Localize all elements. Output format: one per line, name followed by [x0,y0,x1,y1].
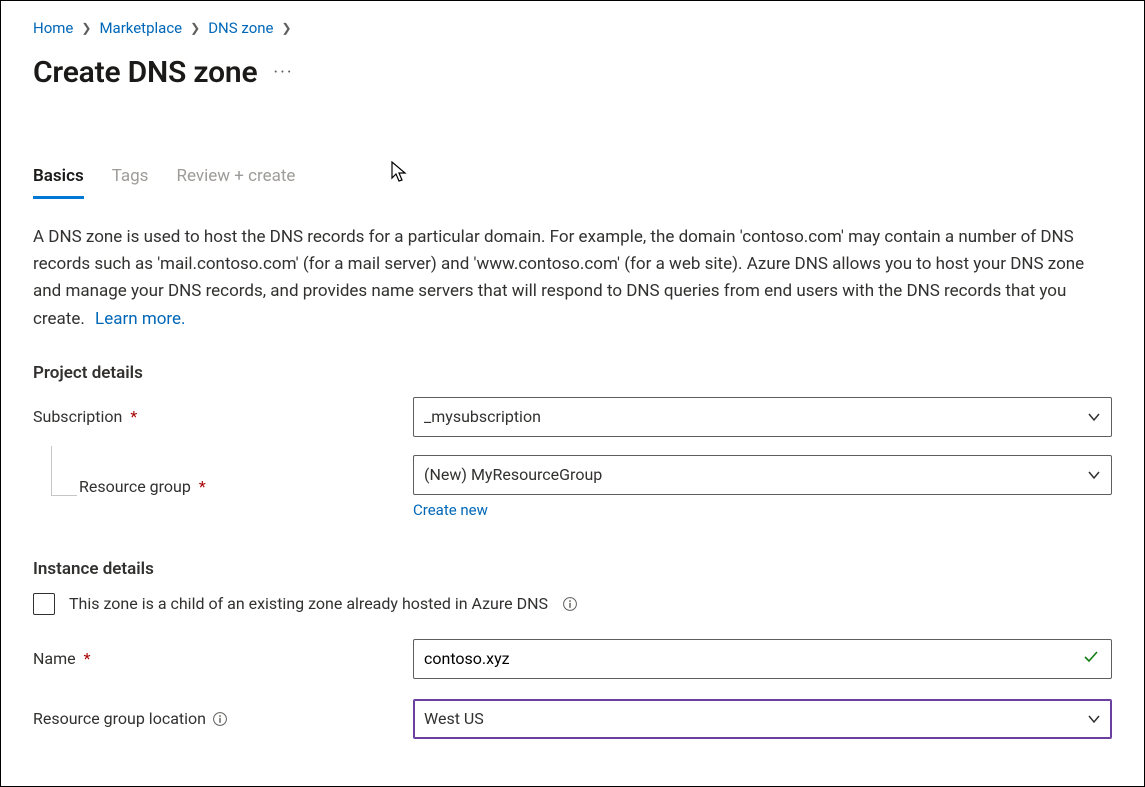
breadcrumb-dns-zone[interactable]: DNS zone [208,19,273,37]
chevron-down-icon [1087,468,1101,482]
resource-group-select-value: (New) MyResourceGroup [424,465,602,484]
subscription-select[interactable]: _mysubscription [413,397,1112,437]
subscription-row: Subscription * _mysubscription [33,397,1112,437]
description-body: A DNS zone is used to host the DNS recor… [33,227,1084,329]
required-mark: * [199,477,206,496]
check-icon [1081,647,1101,671]
resource-group-row: Resource group * (New) MyResourceGroup C… [33,455,1112,519]
project-details-heading: Project details [33,363,1112,383]
description-text: A DNS zone is used to host the DNS recor… [33,224,1103,333]
breadcrumb-home[interactable]: Home [33,19,73,37]
page-title: Create DNS zone [33,55,257,90]
child-zone-checkbox[interactable] [33,593,55,615]
info-icon[interactable] [212,711,228,727]
chevron-right-icon: ❯ [282,21,292,35]
more-actions-button[interactable]: ··· [273,62,293,83]
tab-strip: Basics Tags Review + create [33,166,1112,200]
child-zone-row: This zone is a child of an existing zone… [33,593,1112,615]
chevron-down-icon [1087,410,1101,424]
learn-more-link[interactable]: Learn more. [95,309,186,329]
breadcrumb-marketplace[interactable]: Marketplace [99,19,182,37]
child-zone-label: This zone is a child of an existing zone… [69,594,548,613]
location-row: Resource group location West US [33,699,1112,739]
resource-group-label: Resource group [79,477,191,496]
location-select[interactable]: West US [413,699,1112,739]
resource-group-select[interactable]: (New) MyResourceGroup [413,455,1112,495]
tab-review-create[interactable]: Review + create [176,166,295,199]
breadcrumb: Home ❯ Marketplace ❯ DNS zone ❯ [33,19,1112,37]
tab-tags[interactable]: Tags [112,166,149,199]
location-label: Resource group location [33,709,206,728]
name-input-field[interactable] [424,649,1081,668]
indent-bracket-icon [37,468,79,506]
tab-basics[interactable]: Basics [33,166,84,199]
info-icon[interactable] [562,596,578,612]
name-row: Name * [33,639,1112,679]
chevron-right-icon: ❯ [190,21,200,35]
subscription-select-value: _mysubscription [424,407,541,426]
location-select-value: West US [424,709,484,728]
instance-details-heading: Instance details [33,559,1112,579]
create-new-link[interactable]: Create new [413,501,488,519]
chevron-down-icon [1087,712,1101,726]
name-label: Name [33,649,76,668]
subscription-label: Subscription [33,407,122,426]
chevron-right-icon: ❯ [81,21,91,35]
required-mark: * [84,649,91,668]
name-input[interactable] [413,639,1112,679]
required-mark: * [130,407,137,426]
